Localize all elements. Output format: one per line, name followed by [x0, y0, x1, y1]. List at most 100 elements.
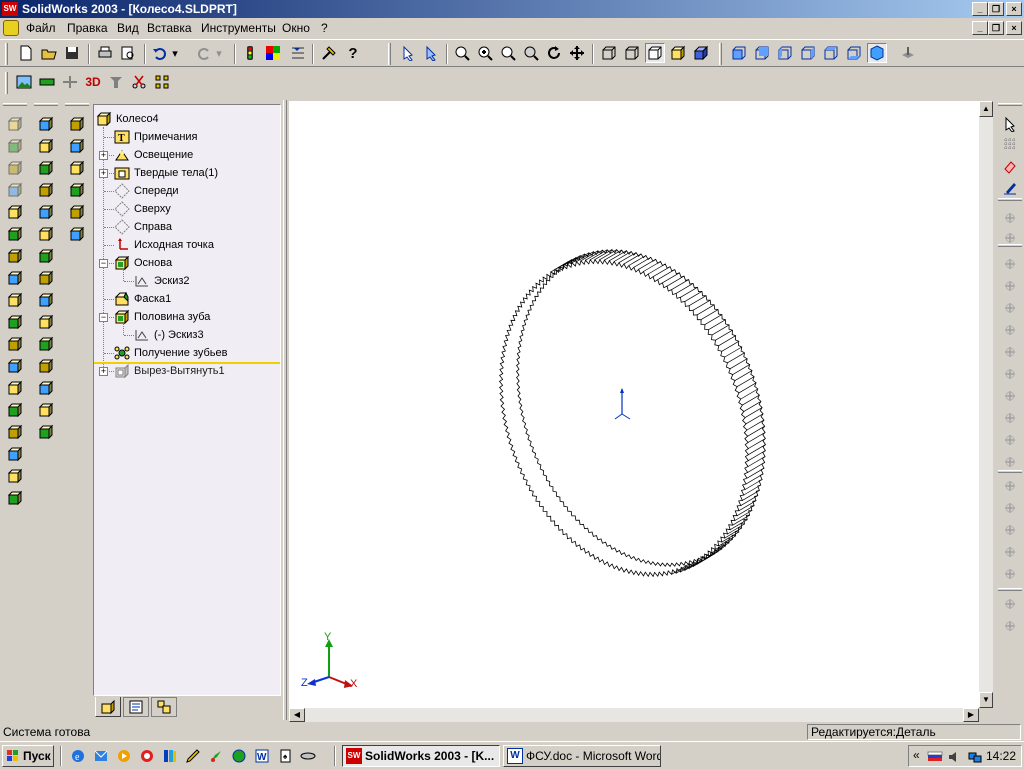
- flex-icon[interactable]: [35, 312, 57, 332]
- rebuild-icon[interactable]: [240, 43, 260, 63]
- coordinate-system-icon[interactable]: [66, 158, 88, 178]
- new-icon[interactable]: [16, 43, 36, 63]
- trim-icon[interactable]: [1000, 542, 1020, 562]
- document-icon[interactable]: [3, 20, 19, 36]
- ie-icon[interactable]: e: [68, 746, 88, 766]
- circle-icon[interactable]: [1000, 298, 1020, 318]
- view-left-icon[interactable]: [775, 43, 795, 63]
- chamfer-tool-icon[interactable]: [4, 312, 26, 332]
- toolbar-grip[interactable]: [5, 72, 8, 94]
- view-bottom-icon[interactable]: [844, 43, 864, 63]
- toolbar-grip[interactable]: [34, 103, 58, 106]
- paint-icon[interactable]: [206, 746, 226, 766]
- globe-icon[interactable]: [229, 746, 249, 766]
- view-isometric-icon[interactable]: [867, 43, 887, 63]
- select-2-icon[interactable]: [422, 43, 442, 63]
- rib-icon[interactable]: [4, 334, 26, 354]
- mirror-sketch-icon[interactable]: [1000, 498, 1020, 518]
- property-manager-tab[interactable]: [123, 697, 149, 717]
- view-front-icon[interactable]: [729, 43, 749, 63]
- swept-boss-icon[interactable]: [4, 158, 26, 178]
- gear-model[interactable]: [289, 101, 979, 708]
- 3d-icon[interactable]: 3D: [83, 72, 103, 92]
- linear-step-icon[interactable]: [1000, 594, 1020, 614]
- menu-view[interactable]: Вид: [117, 18, 139, 38]
- rotate-icon[interactable]: [544, 43, 564, 63]
- toolbar-grip[interactable]: [5, 43, 8, 65]
- scroll-right-button[interactable]: ▶: [963, 708, 979, 722]
- image-icon[interactable]: [14, 72, 34, 92]
- linear-pattern-icon[interactable]: [4, 444, 26, 464]
- indent-icon[interactable]: [35, 356, 57, 376]
- scroll-up-button[interactable]: ▲: [979, 101, 993, 117]
- options-icon[interactable]: [288, 43, 308, 63]
- sketch-pencil-icon[interactable]: [1000, 178, 1020, 198]
- perspective-icon[interactable]: [691, 43, 711, 63]
- dome-icon[interactable]: [35, 158, 57, 178]
- hole-icon[interactable]: [4, 400, 26, 420]
- volume-icon[interactable]: [945, 747, 965, 767]
- circular-step-icon[interactable]: [1000, 616, 1020, 636]
- help-icon[interactable]: ?: [343, 43, 363, 63]
- view-back-icon[interactable]: [752, 43, 772, 63]
- books-icon[interactable]: [160, 746, 180, 766]
- vertical-scrollbar[interactable]: ▲ ▼: [979, 101, 993, 708]
- menu-tools[interactable]: Инструменты: [201, 18, 276, 38]
- toolbar-grip[interactable]: [388, 43, 391, 65]
- deform-icon[interactable]: [35, 202, 57, 222]
- word-icon[interactable]: W: [252, 746, 272, 766]
- wrap-icon[interactable]: [35, 334, 57, 354]
- wireframe-icon[interactable]: [599, 43, 619, 63]
- open-icon[interactable]: [39, 43, 59, 63]
- shaded-icon[interactable]: [668, 43, 688, 63]
- axis-icon[interactable]: [66, 136, 88, 156]
- line-icon[interactable]: [1000, 254, 1020, 274]
- toolbar-grip[interactable]: [998, 198, 1022, 201]
- extruded-cut-icon[interactable]: [4, 202, 26, 222]
- print-preview-icon[interactable]: [118, 43, 138, 63]
- zoom-area-icon[interactable]: [498, 43, 518, 63]
- menu-insert[interactable]: Вставка: [147, 18, 192, 38]
- toolbar-grip[interactable]: [998, 588, 1022, 591]
- curve-icon[interactable]: [66, 180, 88, 200]
- shell-icon[interactable]: [4, 356, 26, 376]
- extruded-boss-icon[interactable]: [4, 114, 26, 134]
- expand-toggle[interactable]: +: [99, 169, 108, 178]
- scale-icon[interactable]: [4, 422, 26, 442]
- expand-toggle[interactable]: +: [99, 367, 108, 376]
- print-icon[interactable]: [95, 43, 115, 63]
- helix-icon[interactable]: [66, 202, 88, 222]
- circular-pattern-icon[interactable]: [4, 466, 26, 486]
- thicken-icon[interactable]: [35, 114, 57, 134]
- hdd-icon[interactable]: [298, 746, 318, 766]
- move-face-icon[interactable]: [35, 246, 57, 266]
- pattern-small-icon[interactable]: [152, 72, 172, 92]
- menu-edit[interactable]: Правка: [67, 18, 108, 38]
- shape-icon[interactable]: [35, 180, 57, 200]
- task-word[interactable]: W ФСУ.doc - Microsoft Word: [503, 745, 661, 767]
- whats-wrong-icon[interactable]: [319, 43, 339, 63]
- normal-to-icon[interactable]: [898, 43, 918, 63]
- lofted-cut-icon[interactable]: [4, 268, 26, 288]
- configuration-manager-tab[interactable]: [151, 697, 177, 717]
- zoom-in-icon[interactable]: [475, 43, 495, 63]
- draft-icon[interactable]: [4, 378, 26, 398]
- media-player-icon[interactable]: [114, 746, 134, 766]
- delete-face-icon[interactable]: [35, 268, 57, 288]
- pan-icon[interactable]: [567, 43, 587, 63]
- replace-face-icon[interactable]: [35, 290, 57, 310]
- dimension-icon[interactable]: [1000, 208, 1020, 228]
- hidden-lines-visible-icon[interactable]: [622, 43, 642, 63]
- restore-button[interactable]: ❐: [988, 2, 1004, 16]
- tangent-arc-icon[interactable]: [1000, 342, 1020, 362]
- view-top-icon[interactable]: [821, 43, 841, 63]
- toolbar-grip[interactable]: [998, 244, 1022, 247]
- split-line-icon[interactable]: [35, 224, 57, 244]
- minimize-button[interactable]: _: [972, 2, 988, 16]
- grid-icon[interactable]: [1000, 134, 1020, 154]
- revolved-boss-icon[interactable]: [4, 136, 26, 156]
- fillet-sketch-icon[interactable]: [1000, 520, 1020, 540]
- select-icon[interactable]: [399, 43, 419, 63]
- scroll-left-button[interactable]: ◀: [289, 708, 305, 722]
- gear-front-face[interactable]: [498, 258, 750, 578]
